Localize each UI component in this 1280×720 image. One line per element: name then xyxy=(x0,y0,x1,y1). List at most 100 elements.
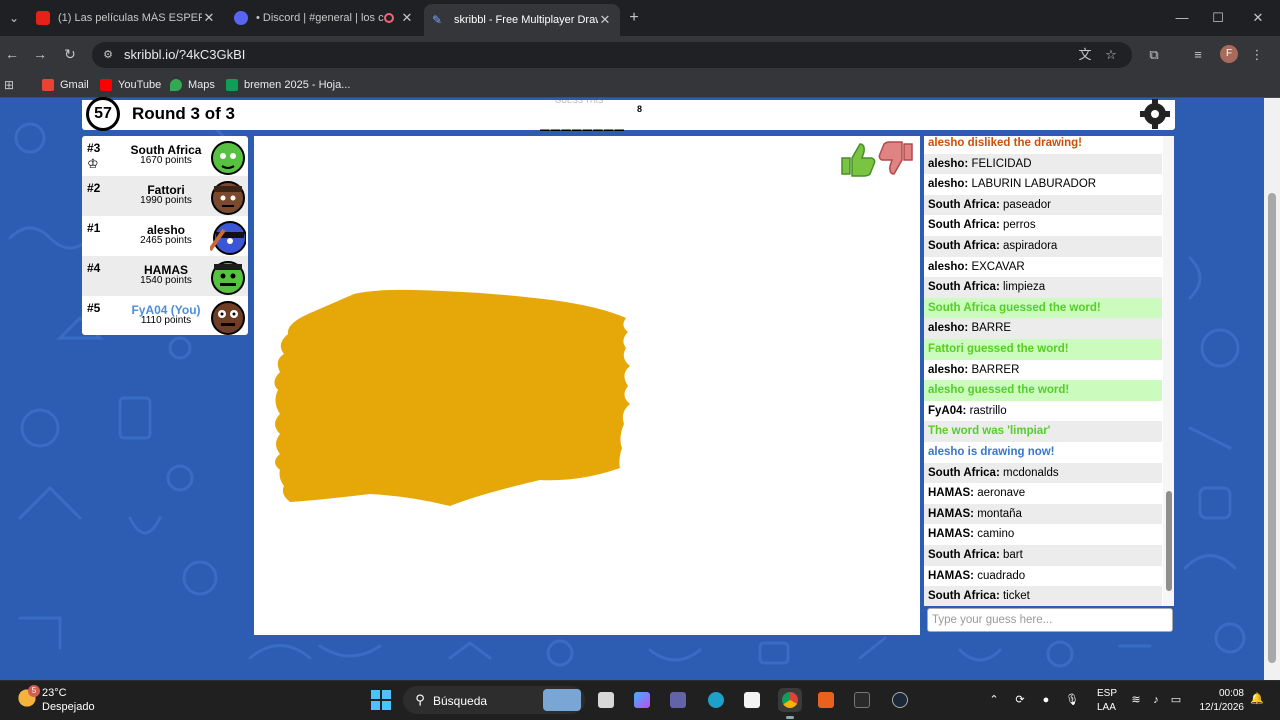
battery-icon[interactable]: ▭ xyxy=(1168,692,1184,708)
round-label: Round 3 of 3 xyxy=(132,104,235,123)
bookmark-youtube[interactable]: YouTube xyxy=(100,77,161,93)
bookmark-gmail[interactable]: Gmail xyxy=(42,77,89,93)
chat-author: South Africa: xyxy=(928,281,1000,294)
minimize-button[interactable]: — xyxy=(1164,6,1200,30)
page-scrollbar[interactable] xyxy=(1264,98,1280,680)
clock-time[interactable]: 00:08 xyxy=(1214,688,1244,699)
close-window-button[interactable]: ✕ xyxy=(1240,6,1276,30)
word-header-faded: GUESS THIS xyxy=(555,96,604,105)
player-points: 1670 points xyxy=(140,155,192,166)
maximize-button[interactable]: ☐ xyxy=(1200,6,1236,30)
chat-system-guessed: Fattori guessed the word! xyxy=(924,339,1162,360)
site-info-icon[interactable]: ⚙ xyxy=(100,47,116,63)
wifi-icon[interactable]: ≋ xyxy=(1128,692,1144,708)
tab-youtube[interactable]: (1) Las películas MÁS ESPERADAS ✕ xyxy=(28,4,224,32)
epic-games-icon[interactable] xyxy=(850,688,874,712)
chat-message: alesho: BARRER xyxy=(924,359,1162,381)
taskbar-search-label[interactable]: Búsqueda xyxy=(433,694,487,708)
player-row[interactable]: #2 Fattori 1990 points xyxy=(82,176,248,216)
chat-system-word-reveal: The word was 'limpiar' xyxy=(924,421,1162,442)
tab-discord[interactable]: • Discord | #general | los co ✕ xyxy=(226,4,422,32)
profile-avatar[interactable]: F xyxy=(1220,45,1238,63)
menu-kebab-icon[interactable]: ⋮ xyxy=(1246,44,1268,66)
tab-skribbl[interactable]: ✎ skribbl - Free Multiplayer Drawi ✕ xyxy=(424,4,620,36)
chat-message: South Africa: bart xyxy=(924,545,1162,566)
chat-message: HAMAS: aeronave xyxy=(924,483,1162,504)
chat-message: South Africa: mcdonalds xyxy=(924,462,1162,484)
chat-message: alesho: BARRE xyxy=(924,318,1162,339)
chat-text: camino xyxy=(977,528,1015,541)
teams-icon[interactable] xyxy=(666,688,690,712)
store-icon[interactable] xyxy=(740,688,764,712)
apps-grid-icon[interactable]: ⊞ xyxy=(4,77,14,93)
keyboard-layout[interactable]: LAA xyxy=(1097,702,1116,713)
player-row[interactable]: #4 HAMAS 1540 points xyxy=(82,256,248,296)
bookmark-maps[interactable]: Maps xyxy=(170,77,215,93)
chat-author: alesho: xyxy=(928,157,969,170)
reload-button[interactable]: ↻ xyxy=(60,44,80,64)
chat-text: alesho disliked the drawing! xyxy=(928,137,1083,149)
address-bar[interactable] xyxy=(92,42,1132,68)
close-tab-icon[interactable]: ✕ xyxy=(598,12,612,28)
copilot-icon[interactable] xyxy=(630,688,654,712)
task-view-icon[interactable] xyxy=(594,688,618,712)
bookmark-star-icon[interactable]: ☆ xyxy=(1100,44,1122,66)
player-rank: #2 xyxy=(87,181,101,195)
volume-icon[interactable]: ♪ xyxy=(1148,692,1164,708)
clock-date[interactable]: 12/1/2026 xyxy=(1196,702,1245,713)
skribbl-favicon-icon: ✎ xyxy=(432,13,443,27)
bookmark-sheets[interactable]: bremen 2025 - Hoja... xyxy=(226,77,350,93)
yellow-scribble xyxy=(274,289,630,506)
back-button[interactable]: ← xyxy=(2,44,22,64)
start-windows-icon[interactable] xyxy=(371,690,391,710)
chat-text: cuadrado xyxy=(977,569,1026,582)
xbox-icon[interactable]: ● xyxy=(1038,692,1054,708)
app-orange-icon[interactable] xyxy=(814,688,838,712)
chat-author: HAMAS: xyxy=(928,569,974,582)
guess-input[interactable] xyxy=(927,608,1173,632)
weather-condition[interactable]: Despejado xyxy=(42,701,95,713)
player-points: 1540 points xyxy=(140,275,192,286)
tab-title: (1) Las películas MÁS ESPERADAS xyxy=(58,12,202,24)
tab-search-button[interactable]: ⌄ xyxy=(4,8,24,28)
chrome-icon[interactable] xyxy=(778,688,802,712)
chat-author: South Africa: xyxy=(928,198,1000,211)
url-text[interactable]: skribbl.io/?4kC3GkBI xyxy=(124,47,245,62)
chat-author: FyA04: xyxy=(928,404,967,417)
player-row[interactable]: #3 ♔ South Africa 1670 points xyxy=(82,136,248,176)
chat-scrollbar[interactable] xyxy=(1163,136,1174,606)
close-tab-icon[interactable]: ✕ xyxy=(400,10,414,26)
reading-list-icon[interactable]: ≡ xyxy=(1187,44,1209,66)
edge-icon[interactable] xyxy=(704,688,728,712)
player-avatar xyxy=(211,181,245,215)
chat-text: aspiradora xyxy=(1002,240,1058,252)
drawing-canvas[interactable] xyxy=(254,136,920,635)
player-row[interactable]: #1 alesho 2465 points xyxy=(82,216,248,256)
notification-bell-icon[interactable]: 🔔 xyxy=(1250,692,1264,708)
extensions-icon[interactable]: ⧉ xyxy=(1143,44,1165,66)
steam-icon[interactable] xyxy=(888,688,912,712)
chat-message: HAMAS: cuadrado xyxy=(924,566,1162,587)
player-avatar xyxy=(210,221,246,255)
input-language[interactable]: ESP xyxy=(1097,688,1117,699)
close-tab-icon[interactable]: ✕ xyxy=(202,10,216,26)
show-hidden-icons[interactable]: ⌃ xyxy=(986,692,1002,708)
chat-text: rastrillo xyxy=(969,404,1007,417)
forward-button[interactable]: → xyxy=(30,44,50,64)
page-scrollbar-thumb[interactable] xyxy=(1268,193,1276,663)
thumbs-down-icon[interactable] xyxy=(878,140,916,178)
player-points: 2465 points xyxy=(140,235,192,246)
new-tab-button[interactable]: + xyxy=(624,8,644,28)
sync-icon[interactable]: ⟳ xyxy=(1012,692,1028,708)
chat-text: The word was 'limpiar' xyxy=(928,425,1051,438)
settings-gear-icon[interactable] xyxy=(1138,99,1172,129)
weather-temperature[interactable]: 23°C xyxy=(42,687,67,699)
thumbs-up-icon[interactable] xyxy=(838,140,876,178)
microphone-icon[interactable]: 🎙 xyxy=(1064,692,1080,708)
tab-title: • Discord | #general | los co xyxy=(256,12,384,24)
translate-icon[interactable]: 文 xyxy=(1074,44,1096,66)
player-row-you[interactable]: #5 FyA04 (You) 1110 points xyxy=(82,296,248,335)
chat-scrollbar-thumb[interactable] xyxy=(1166,491,1172,591)
chat-text: FELICIDAD xyxy=(971,157,1032,170)
maps-pin-icon xyxy=(170,79,182,91)
